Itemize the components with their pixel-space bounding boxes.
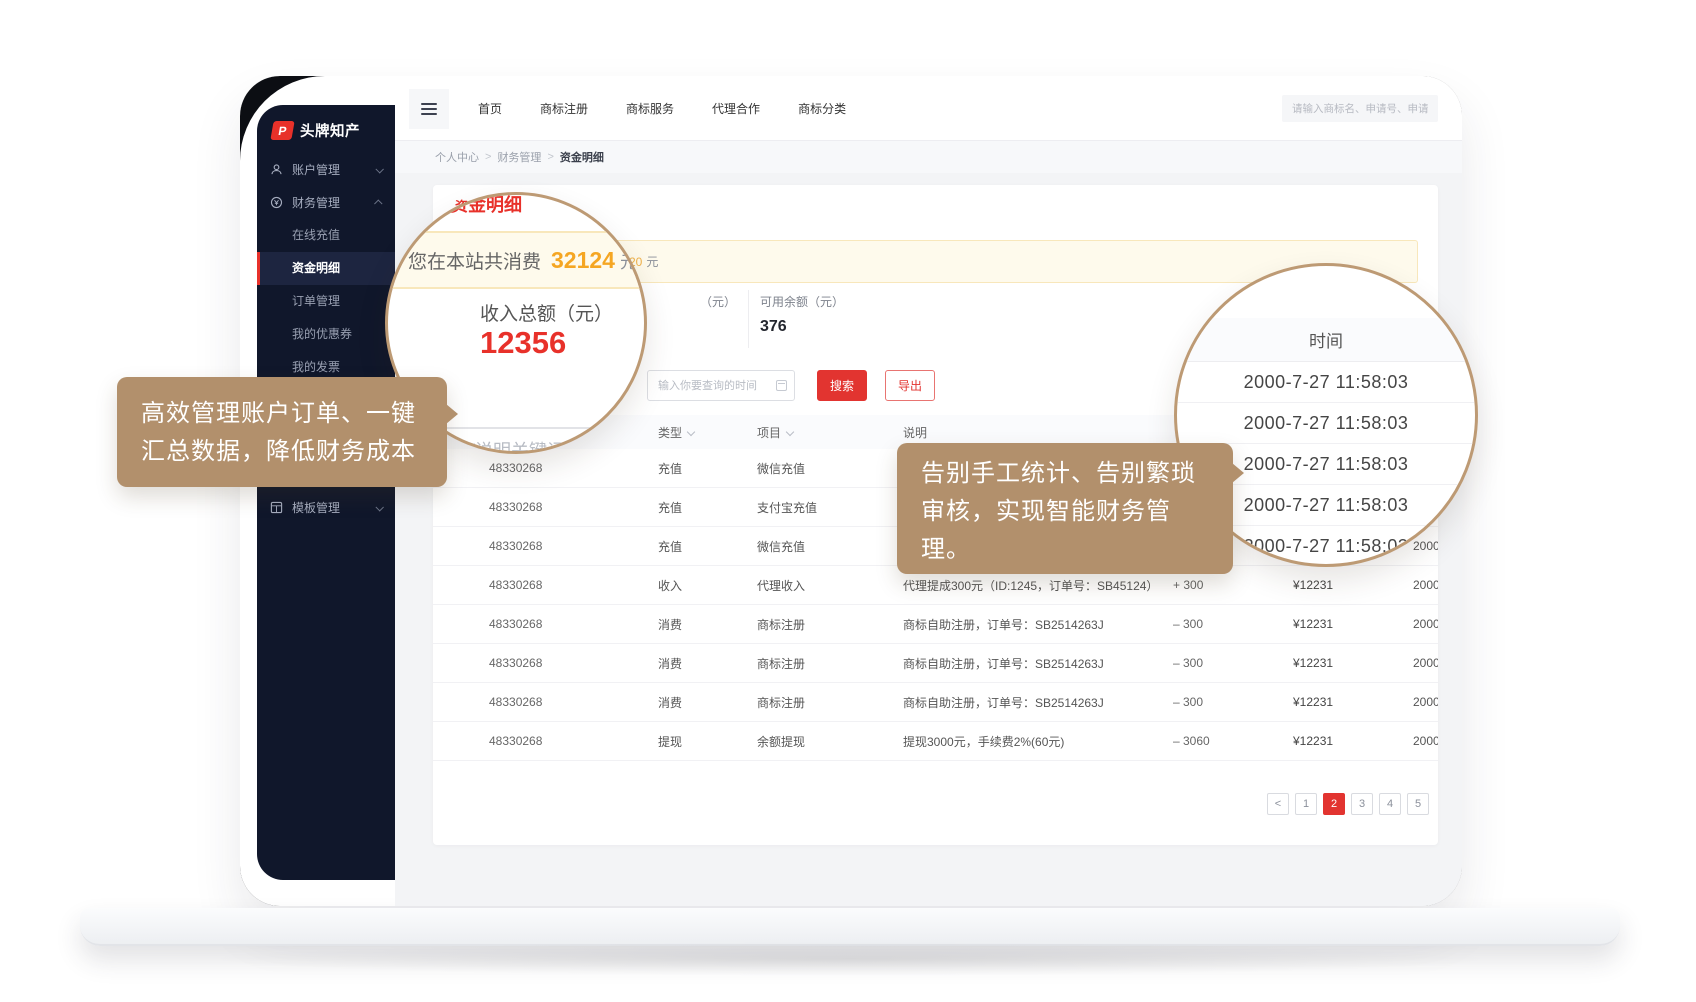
sidebar: P 头牌知产 账户管理 财务管理 <box>257 105 395 880</box>
pagination-prev[interactable]: < <box>1267 793 1289 815</box>
stat-divider <box>748 290 749 348</box>
table-row[interactable]: 48330268消费商标注册商标自助注册，订单号：SB2514263J– 300… <box>433 683 1438 722</box>
sort-caret-icon <box>786 427 794 435</box>
pagination-page-1[interactable]: 1 <box>1295 793 1317 815</box>
top-nav: 首页 商标注册 商标服务 代理合作 商标分类 <box>478 76 846 141</box>
pagination-page-5[interactable]: 5 <box>1407 793 1429 815</box>
table-row[interactable]: 48330268提现余额提现提现3000元，手续费2%(60元)– 3060¥1… <box>433 722 1438 761</box>
pagination-page-2[interactable]: 2 <box>1323 793 1345 815</box>
stat-value: 376 <box>760 318 844 336</box>
table-row[interactable]: 48330268消费商标注册商标自助注册，订单号：SB2514263J– 300… <box>433 605 1438 644</box>
lens-time-value: 2000-7-27 11:58:03 <box>1177 403 1475 444</box>
sidebar-item-my-coupons[interactable]: 我的优惠券 <box>257 318 395 351</box>
finance-icon <box>270 196 283 209</box>
sidebar-item-online-recharge[interactable]: 在线充值 <box>257 219 395 252</box>
header-search <box>1282 95 1438 122</box>
nav-item-trademark-register[interactable]: 商标注册 <box>540 100 588 117</box>
col-project[interactable]: 项目 <box>757 424 903 441</box>
menu-button[interactable] <box>409 89 449 129</box>
stat-available-balance: 可用余额（元） 376 <box>760 293 844 336</box>
table-row[interactable]: 48330268消费商标注册商标自助注册，订单号：SB2514263J– 300… <box>433 644 1438 683</box>
lens-time-header: 时间 <box>1177 318 1475 362</box>
search-input[interactable] <box>1282 95 1438 122</box>
pagination: < 1 2 3 4 5 <box>1267 793 1429 815</box>
sidebar-item-finance[interactable]: 财务管理 <box>257 186 395 219</box>
lens-page-title: 资金明细 <box>450 192 522 217</box>
sort-caret-icon <box>687 427 695 435</box>
laptop-shadow <box>200 942 1500 976</box>
stat-expense-total: （元） <box>700 293 736 318</box>
banner-unit: 元 <box>646 253 658 270</box>
lens-income-value: 12356 <box>480 325 566 361</box>
breadcrumb-item-funds-detail: 资金明细 <box>560 149 604 165</box>
callout-left: 高效管理账户订单、一键 汇总数据，降低财务成本 <box>117 377 447 487</box>
nav-item-trademark-category[interactable]: 商标分类 <box>798 100 846 117</box>
sidebar-item-order-management[interactable]: 订单管理 <box>257 285 395 318</box>
chevron-down-icon <box>375 503 383 511</box>
lens-consumption-banner: 您在本站共消费 32124 元 <box>385 231 647 289</box>
nav-item-agent-cooperation[interactable]: 代理合作 <box>712 100 760 117</box>
breadcrumb-item-finance[interactable]: 财务管理 <box>497 149 541 165</box>
breadcrumb-separator: > <box>547 151 553 163</box>
breadcrumb: 个人中心 > 财务管理 > 资金明细 <box>395 141 1462 173</box>
nav-item-home[interactable]: 首页 <box>478 100 502 117</box>
lens-income-label: 收入总额（元） <box>480 299 613 326</box>
stat-label: （元） <box>700 293 736 310</box>
sidebar-item-template[interactable]: 模板管理 <box>257 491 395 524</box>
top-header: 首页 商标注册 商标服务 代理合作 商标分类 <box>395 76 1462 141</box>
date-filter <box>647 370 795 401</box>
breadcrumb-separator: > <box>485 151 491 163</box>
callout-right: 告别手工统计、告别繁琐 审核，实现智能财务管 理。 <box>897 443 1233 574</box>
template-icon <box>270 501 283 514</box>
col-desc: 说明 <box>903 424 1173 441</box>
export-button[interactable]: 导出 <box>885 370 935 401</box>
lens-time-value: 2000-7-27 11:58:03 <box>1177 362 1475 403</box>
calendar-icon <box>776 380 787 391</box>
col-type[interactable]: 类型 <box>658 424 757 441</box>
chevron-down-icon <box>375 165 383 173</box>
bezel-corner-arc <box>240 76 330 166</box>
nav-item-trademark-service[interactable]: 商标服务 <box>626 100 674 117</box>
sidebar-menu: 账户管理 财务管理 在线充值 资金明细 订单管理 我的优惠券 我的发票 <box>257 153 395 384</box>
pagination-page-3[interactable]: 3 <box>1351 793 1373 815</box>
chevron-up-icon <box>374 199 382 207</box>
sidebar-item-funds-detail[interactable]: 资金明细 <box>257 252 395 285</box>
date-input[interactable] <box>647 370 795 401</box>
hamburger-icon <box>421 108 437 110</box>
breadcrumb-item-personal-center[interactable]: 个人中心 <box>435 149 479 165</box>
laptop-base <box>80 908 1620 946</box>
pagination-page-4[interactable]: 4 <box>1379 793 1401 815</box>
search-button[interactable]: 搜索 <box>817 370 867 401</box>
stat-label: 可用余额（元） <box>760 293 844 310</box>
